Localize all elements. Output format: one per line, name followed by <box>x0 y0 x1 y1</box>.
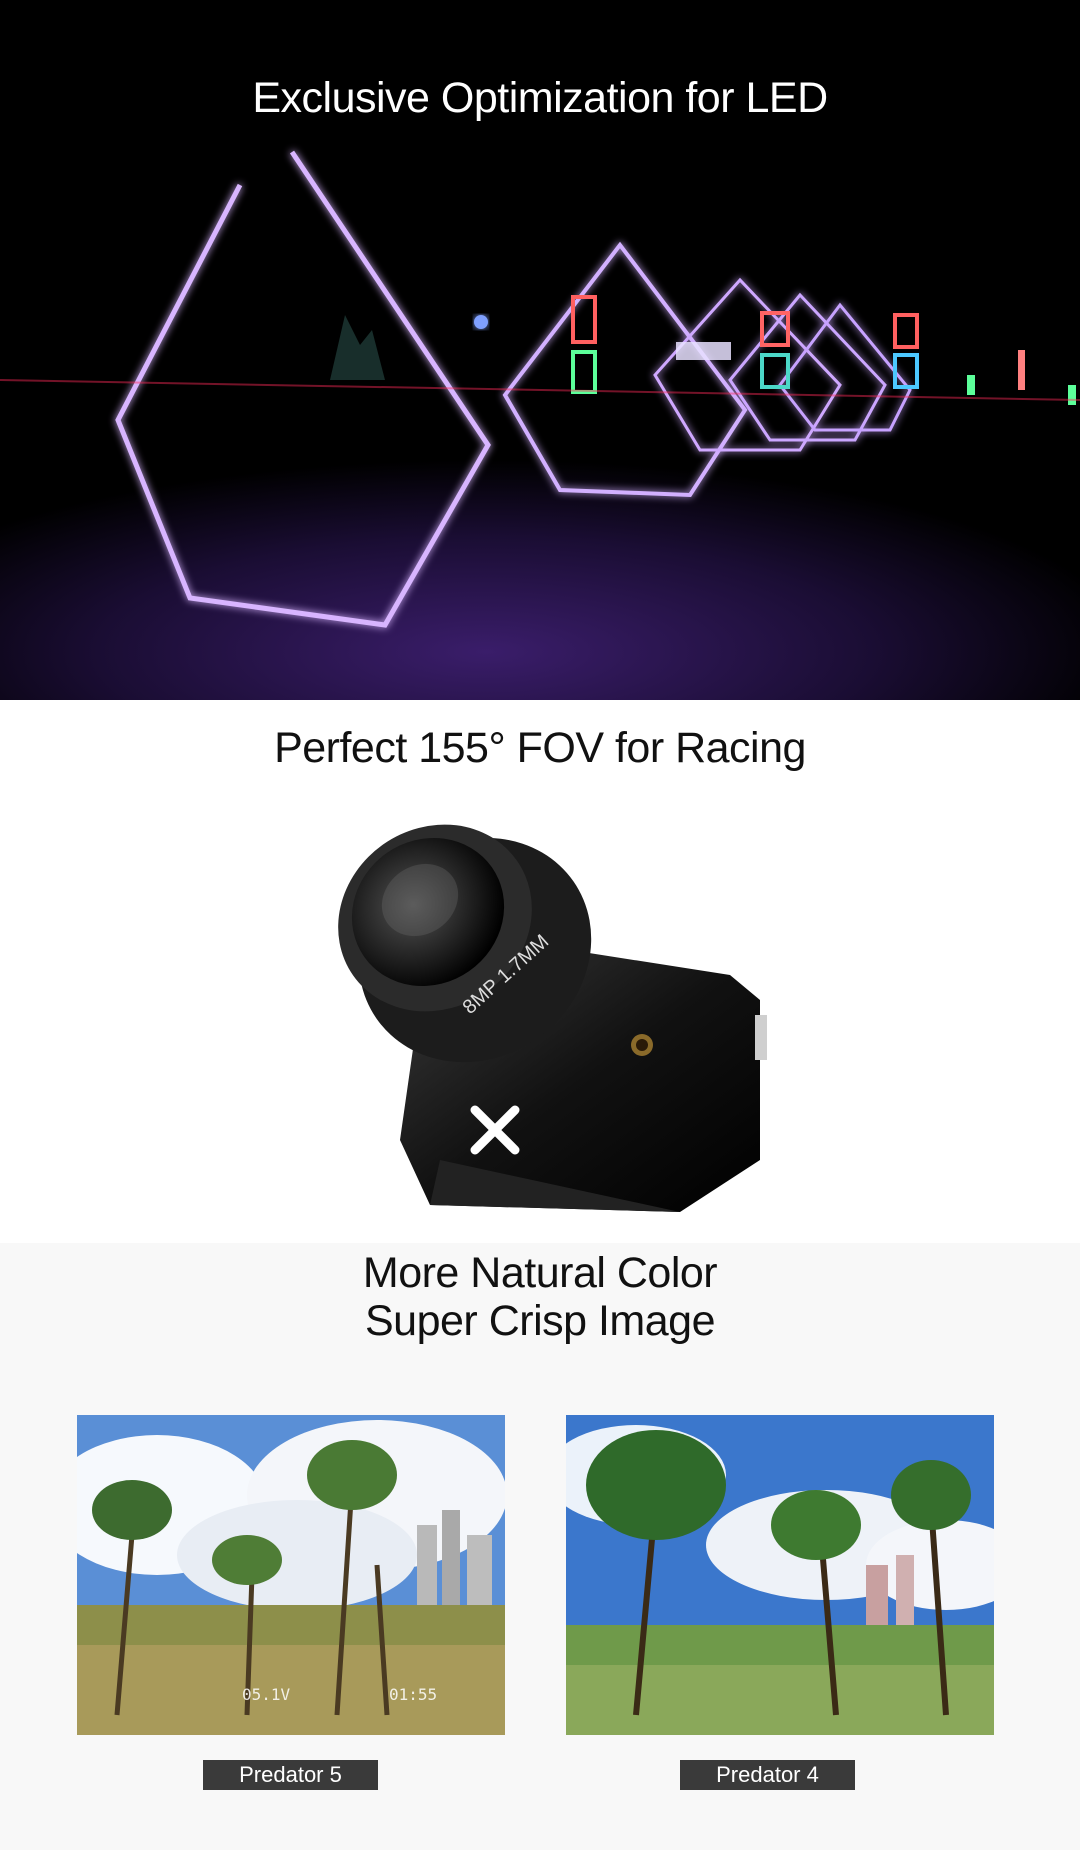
fov-section: Perfect 155° FOV for Racing 8MP 1.7MM <box>0 700 1080 1243</box>
predator4-sample-photo <box>566 1415 994 1735</box>
color-section: More Natural Color Super Crisp Image 05.… <box>0 1243 1080 1850</box>
led-section: Exclusive Optimization for LED <box>0 0 1080 700</box>
color-section-title: More Natural Color Super Crisp Image <box>0 1249 1080 1345</box>
color-title-line1: More Natural Color <box>362 1249 718 1297</box>
caption-predator5: Predator 5 <box>203 1760 378 1790</box>
fov-section-title: Perfect 155° FOV for Racing <box>274 724 806 772</box>
led-section-title: Exclusive Optimization for LED <box>252 74 828 122</box>
predator5-sample-photo: 05.1V 01:55 <box>77 1415 505 1735</box>
osd-voltage: 05.1V <box>242 1685 291 1704</box>
color-title-line2: Super Crisp Image <box>365 1297 716 1345</box>
caption-predator4: Predator 4 <box>680 1760 855 1790</box>
osd-time: 01:55 <box>389 1685 437 1704</box>
camera-product-image: 8MP 1.7MM <box>338 824 767 1212</box>
